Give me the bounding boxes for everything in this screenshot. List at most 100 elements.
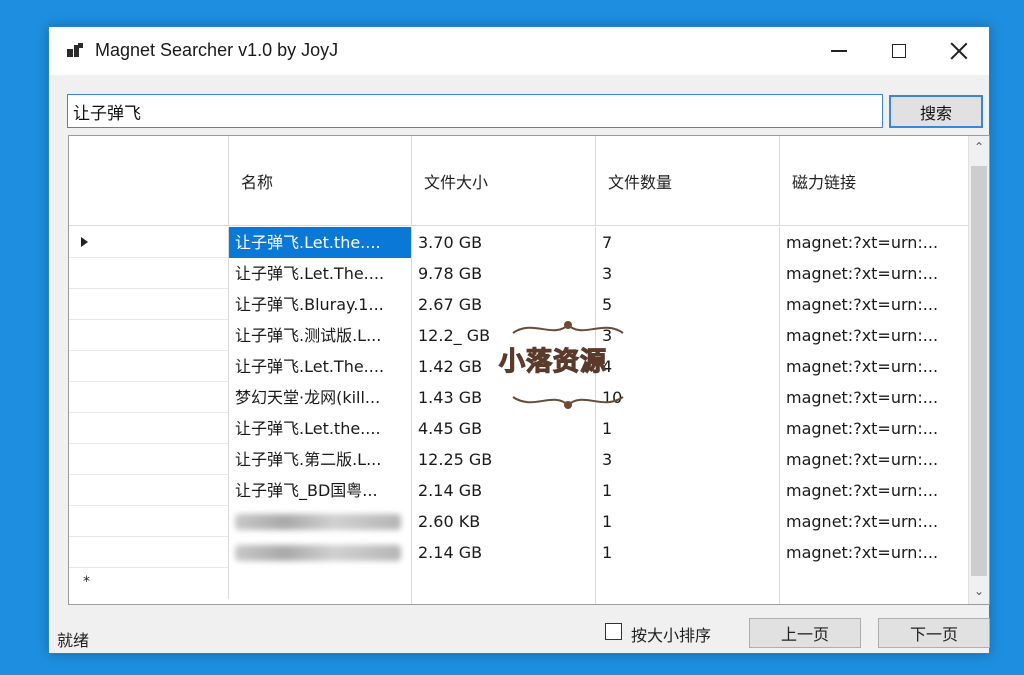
cell-count[interactable]: 1 bbox=[596, 475, 780, 506]
table-row[interactable]: 让子弹飞.Let.The.... 1.42 GB 4 magnet:?xt=urn:.… bbox=[69, 351, 969, 382]
cell-name[interactable]: 让子弹飞.Bluray.1... bbox=[229, 289, 412, 320]
table-row[interactable]: 梦幻天堂·龙网(kill... 1.43 GB 10 magnet:?xt=urn:.… bbox=[69, 382, 969, 413]
search-button[interactable]: 搜索 bbox=[889, 95, 983, 128]
row-header[interactable] bbox=[69, 258, 229, 289]
cell-name[interactable]: 让子弹飞.测试版.L... bbox=[229, 320, 412, 351]
new-row[interactable]: * bbox=[69, 568, 969, 604]
cell-size[interactable]: 2.60 KB bbox=[412, 506, 596, 537]
blurred-text bbox=[235, 545, 401, 561]
cell-name[interactable]: 让子弹飞.Let.The.... bbox=[229, 351, 412, 382]
cell-size[interactable]: 2.67 GB bbox=[412, 289, 596, 320]
cell-size[interactable]: 2.14 GB bbox=[412, 537, 596, 568]
cell-link[interactable]: magnet:?xt=urn:... bbox=[780, 320, 969, 351]
cell-count[interactable]: 3 bbox=[596, 258, 780, 289]
cell-empty[interactable] bbox=[596, 568, 780, 604]
prev-page-button[interactable]: 上一页 bbox=[749, 618, 861, 648]
column-header-size[interactable]: 文件大小 bbox=[412, 136, 596, 226]
cell-name[interactable] bbox=[229, 537, 412, 568]
table-row[interactable]: 让子弹飞.Let.the.... 3.70 GB 7 magnet:?xt=urn:.… bbox=[69, 227, 969, 258]
cell-link[interactable]: magnet:?xt=urn:... bbox=[780, 475, 969, 506]
table-row[interactable]: 让子弹飞.第二版.L... 12.25 GB 3 magnet:?xt=urn:... bbox=[69, 444, 969, 475]
row-header[interactable] bbox=[69, 320, 229, 351]
sort-by-size-checkbox[interactable] bbox=[605, 623, 622, 640]
next-page-button[interactable]: 下一页 bbox=[878, 618, 990, 648]
table-row[interactable]: 2.14 GB 1 magnet:?xt=urn:... bbox=[69, 537, 969, 568]
cell-name[interactable]: 让子弹飞.第二版.L... bbox=[229, 444, 412, 475]
cell-size[interactable]: 12.2_ GB bbox=[412, 320, 596, 351]
cell-size[interactable]: 4.45 GB bbox=[412, 413, 596, 444]
table-row[interactable]: 让子弹飞.测试版.L... 12.2_ GB 3 magnet:?xt=urn:... bbox=[69, 320, 969, 351]
cell-link[interactable]: magnet:?xt=urn:... bbox=[780, 258, 969, 289]
column-header-name[interactable]: 名称 bbox=[229, 136, 412, 226]
cell-size[interactable]: 12.25 GB bbox=[412, 444, 596, 475]
cell-size[interactable]: 1.42 GB bbox=[412, 351, 596, 382]
cell-link[interactable]: magnet:?xt=urn:... bbox=[780, 289, 969, 320]
table-row[interactable]: 让子弹飞.Let.the.... 4.45 GB 1 magnet:?xt=urn:.… bbox=[69, 413, 969, 444]
window-title: Magnet Searcher v1.0 by JoyJ bbox=[95, 40, 339, 60]
cell-size[interactable]: 9.78 GB bbox=[412, 258, 596, 289]
column-header-count[interactable]: 文件数量 bbox=[596, 136, 780, 226]
cell-size[interactable]: 1.43 GB bbox=[412, 382, 596, 413]
cell-empty[interactable] bbox=[780, 568, 969, 604]
row-header[interactable] bbox=[69, 537, 229, 568]
row-header[interactable] bbox=[69, 413, 229, 444]
cell-name[interactable]: 让子弹飞_BD国粤... bbox=[229, 475, 412, 506]
cell-name[interactable]: 梦幻天堂·龙网(kill... bbox=[229, 382, 412, 413]
cell-name[interactable]: 让子弹飞.Let.The.... bbox=[229, 258, 412, 289]
scroll-down-icon[interactable]: ⌄ bbox=[972, 584, 986, 598]
cell-link[interactable]: magnet:?xt=urn:... bbox=[780, 351, 969, 382]
cell-link[interactable]: magnet:?xt=urn:... bbox=[780, 227, 969, 258]
cell-count[interactable]: 5 bbox=[596, 289, 780, 320]
row-header[interactable] bbox=[69, 289, 229, 320]
cell-count[interactable]: 7 bbox=[596, 227, 780, 258]
maximize-icon bbox=[892, 44, 906, 58]
cell-count[interactable]: 1 bbox=[596, 506, 780, 537]
scroll-up-icon[interactable]: ⌃ bbox=[972, 140, 986, 154]
cell-empty[interactable] bbox=[229, 568, 412, 604]
vertical-scrollbar[interactable]: ⌃ ⌄ bbox=[968, 136, 989, 604]
cell-count[interactable]: 3 bbox=[596, 320, 780, 351]
minimize-button[interactable] bbox=[809, 27, 869, 75]
table-row[interactable]: 让子弹飞.Let.The.... 9.78 GB 3 magnet:?xt=urn:.… bbox=[69, 258, 969, 289]
cell-count[interactable]: 3 bbox=[596, 444, 780, 475]
cell-link[interactable]: magnet:?xt=urn:... bbox=[780, 506, 969, 537]
cell-empty[interactable] bbox=[412, 568, 596, 604]
cell-link[interactable]: magnet:?xt=urn:... bbox=[780, 382, 969, 413]
cell-count[interactable]: 4 bbox=[596, 351, 780, 382]
close-button[interactable] bbox=[929, 27, 989, 75]
close-icon bbox=[950, 42, 968, 60]
grid-header: 名称 文件大小 文件数量 磁力链接 bbox=[69, 136, 969, 226]
cell-name[interactable]: 让子弹飞.Let.the.... bbox=[229, 413, 412, 444]
scroll-thumb[interactable] bbox=[971, 166, 987, 576]
cell-link[interactable]: magnet:?xt=urn:... bbox=[780, 413, 969, 444]
row-header[interactable] bbox=[69, 351, 229, 382]
cell-link[interactable]: magnet:?xt=urn:... bbox=[780, 537, 969, 568]
blurred-text bbox=[235, 514, 401, 530]
cell-size[interactable]: 2.14 GB bbox=[412, 475, 596, 506]
row-header[interactable] bbox=[69, 506, 229, 537]
column-header-magnet[interactable]: 磁力链接 bbox=[780, 136, 969, 226]
cell-size[interactable]: 3.70 GB bbox=[412, 227, 596, 258]
cell-count[interactable]: 1 bbox=[596, 413, 780, 444]
sort-by-size-label[interactable]: 按大小排序 bbox=[631, 622, 711, 646]
table-row[interactable]: 2.60 KB 1 magnet:?xt=urn:... bbox=[69, 506, 969, 537]
cell-name[interactable]: 让子弹飞.Let.the.... bbox=[229, 227, 412, 258]
cell-count[interactable]: 1 bbox=[596, 537, 780, 568]
search-input[interactable] bbox=[67, 94, 883, 128]
new-row-marker: * bbox=[83, 574, 90, 590]
row-header[interactable]: * bbox=[69, 568, 229, 599]
results-grid[interactable]: 名称 文件大小 文件数量 磁力链接 让子弹飞.Let.the.... 3.70 G… bbox=[68, 135, 990, 605]
row-header[interactable] bbox=[69, 475, 229, 506]
row-header-corner bbox=[69, 136, 229, 226]
table-row[interactable]: 让子弹飞.Bluray.1... 2.67 GB 5 magnet:?xt=urn:.… bbox=[69, 289, 969, 320]
cell-count[interactable]: 10 bbox=[596, 382, 780, 413]
cell-name[interactable] bbox=[229, 506, 412, 537]
row-header[interactable] bbox=[69, 382, 229, 413]
cell-link[interactable]: magnet:?xt=urn:... bbox=[780, 444, 969, 475]
status-text: 就绪 bbox=[57, 631, 90, 650]
title-bar[interactable]: Magnet Searcher v1.0 by JoyJ bbox=[49, 27, 989, 75]
maximize-button[interactable] bbox=[869, 27, 929, 75]
row-header[interactable] bbox=[69, 444, 229, 475]
row-header[interactable] bbox=[69, 227, 229, 258]
table-row[interactable]: 让子弹飞_BD国粤... 2.14 GB 1 magnet:?xt=urn:... bbox=[69, 475, 969, 506]
